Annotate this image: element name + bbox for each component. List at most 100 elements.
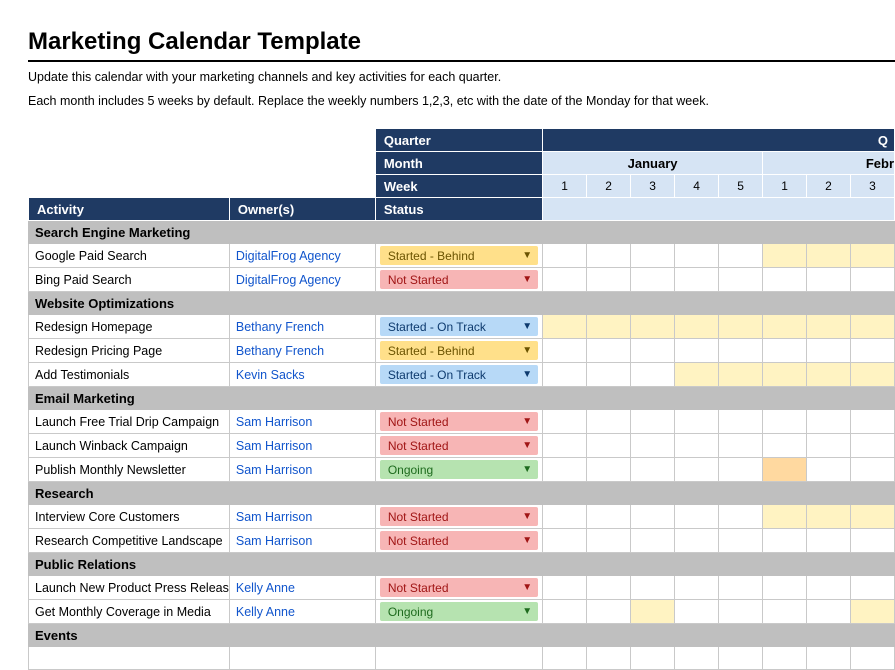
- status-cell[interactable]: Ongoing▼: [375, 600, 542, 624]
- timeline-cell[interactable]: [675, 315, 719, 339]
- timeline-cell[interactable]: [543, 315, 587, 339]
- timeline-cell[interactable]: [851, 600, 895, 624]
- timeline-cell[interactable]: [851, 244, 895, 268]
- header-week[interactable]: Week: [375, 175, 542, 198]
- status-cell[interactable]: Started - Behind▼: [375, 244, 542, 268]
- owner-cell[interactable]: DigitalFrog Agency: [229, 268, 375, 292]
- timeline-cell[interactable]: [763, 529, 807, 553]
- owner-cell[interactable]: Sam Harrison: [229, 434, 375, 458]
- timeline-cell[interactable]: [631, 434, 675, 458]
- week-cell[interactable]: 1: [543, 175, 587, 198]
- owner-cell[interactable]: Sam Harrison: [229, 458, 375, 482]
- activity-cell[interactable]: Research Competitive Landscape: [29, 529, 230, 553]
- timeline-cell[interactable]: [807, 410, 851, 434]
- timeline-cell[interactable]: [587, 647, 631, 670]
- timeline-cell[interactable]: [807, 458, 851, 482]
- timeline-cell[interactable]: [675, 339, 719, 363]
- timeline-cell[interactable]: [719, 410, 763, 434]
- timeline-cell[interactable]: [675, 505, 719, 529]
- timeline-cell[interactable]: [543, 647, 587, 670]
- timeline-cell[interactable]: [631, 339, 675, 363]
- timeline-cell[interactable]: [763, 576, 807, 600]
- timeline-cell[interactable]: [631, 315, 675, 339]
- timeline-cell[interactable]: [807, 576, 851, 600]
- timeline-cell[interactable]: [719, 458, 763, 482]
- owner-cell[interactable]: Kelly Anne: [229, 600, 375, 624]
- timeline-cell[interactable]: [763, 339, 807, 363]
- timeline-cell[interactable]: [675, 410, 719, 434]
- header-quarter[interactable]: Quarter: [375, 129, 542, 152]
- timeline-cell[interactable]: [587, 363, 631, 387]
- timeline-cell[interactable]: [851, 529, 895, 553]
- timeline-cell[interactable]: [543, 244, 587, 268]
- owner-cell[interactable]: Bethany French: [229, 315, 375, 339]
- timeline-cell[interactable]: [719, 505, 763, 529]
- timeline-cell[interactable]: [675, 576, 719, 600]
- activity-cell[interactable]: Get Monthly Coverage in Media: [29, 600, 230, 624]
- status-cell[interactable]: Started - On Track▼: [375, 315, 542, 339]
- timeline-cell[interactable]: [719, 529, 763, 553]
- timeline-cell[interactable]: [763, 244, 807, 268]
- status-cell[interactable]: Not Started▼: [375, 505, 542, 529]
- timeline-cell[interactable]: [543, 505, 587, 529]
- timeline-cell[interactable]: [763, 363, 807, 387]
- week-cell[interactable]: 1: [763, 175, 807, 198]
- status-cell[interactable]: [375, 647, 542, 670]
- timeline-cell[interactable]: [807, 363, 851, 387]
- timeline-cell[interactable]: [719, 647, 763, 670]
- timeline-cell[interactable]: [675, 244, 719, 268]
- timeline-cell[interactable]: [587, 268, 631, 292]
- timeline-cell[interactable]: [543, 458, 587, 482]
- timeline-cell[interactable]: [631, 458, 675, 482]
- timeline-cell[interactable]: [851, 339, 895, 363]
- timeline-cell[interactable]: [675, 647, 719, 670]
- status-cell[interactable]: Not Started▼: [375, 410, 542, 434]
- timeline-cell[interactable]: [543, 363, 587, 387]
- timeline-cell[interactable]: [807, 647, 851, 670]
- timeline-cell[interactable]: [851, 315, 895, 339]
- header-quarter-label[interactable]: Q: [543, 129, 895, 152]
- timeline-cell[interactable]: [587, 410, 631, 434]
- timeline-cell[interactable]: [851, 363, 895, 387]
- header-month[interactable]: Month: [375, 152, 542, 175]
- header-status[interactable]: Status: [375, 198, 542, 221]
- activity-cell[interactable]: Google Paid Search: [29, 244, 230, 268]
- timeline-cell[interactable]: [587, 315, 631, 339]
- status-cell[interactable]: Not Started▼: [375, 529, 542, 553]
- status-cell[interactable]: Not Started▼: [375, 434, 542, 458]
- month-january[interactable]: January: [543, 152, 763, 175]
- timeline-cell[interactable]: [543, 576, 587, 600]
- timeline-cell[interactable]: [807, 434, 851, 458]
- timeline-cell[interactable]: [719, 434, 763, 458]
- timeline-cell[interactable]: [543, 268, 587, 292]
- status-cell[interactable]: Ongoing▼: [375, 458, 542, 482]
- timeline-cell[interactable]: [851, 505, 895, 529]
- timeline-cell[interactable]: [807, 505, 851, 529]
- timeline-cell[interactable]: [763, 505, 807, 529]
- timeline-cell[interactable]: [631, 647, 675, 670]
- timeline-cell[interactable]: [807, 529, 851, 553]
- timeline-cell[interactable]: [719, 363, 763, 387]
- activity-cell[interactable]: Publish Monthly Newsletter: [29, 458, 230, 482]
- owner-cell[interactable]: Sam Harrison: [229, 505, 375, 529]
- timeline-cell[interactable]: [763, 434, 807, 458]
- week-cell[interactable]: 5: [719, 175, 763, 198]
- timeline-cell[interactable]: [719, 268, 763, 292]
- month-february[interactable]: Febr: [763, 152, 895, 175]
- activity-cell[interactable]: Redesign Pricing Page: [29, 339, 230, 363]
- week-cell[interactable]: 3: [631, 175, 675, 198]
- week-cell[interactable]: 3: [851, 175, 895, 198]
- timeline-cell[interactable]: [807, 600, 851, 624]
- activity-cell[interactable]: Launch New Product Press Releas: [29, 576, 230, 600]
- owner-cell[interactable]: Kelly Anne: [229, 576, 375, 600]
- timeline-cell[interactable]: [587, 576, 631, 600]
- owner-cell[interactable]: Sam Harrison: [229, 529, 375, 553]
- timeline-cell[interactable]: [587, 529, 631, 553]
- timeline-cell[interactable]: [851, 434, 895, 458]
- timeline-cell[interactable]: [543, 410, 587, 434]
- activity-cell[interactable]: Interview Core Customers: [29, 505, 230, 529]
- activity-cell[interactable]: Launch Free Trial Drip Campaign: [29, 410, 230, 434]
- timeline-cell[interactable]: [675, 458, 719, 482]
- timeline-cell[interactable]: [763, 647, 807, 670]
- timeline-cell[interactable]: [675, 434, 719, 458]
